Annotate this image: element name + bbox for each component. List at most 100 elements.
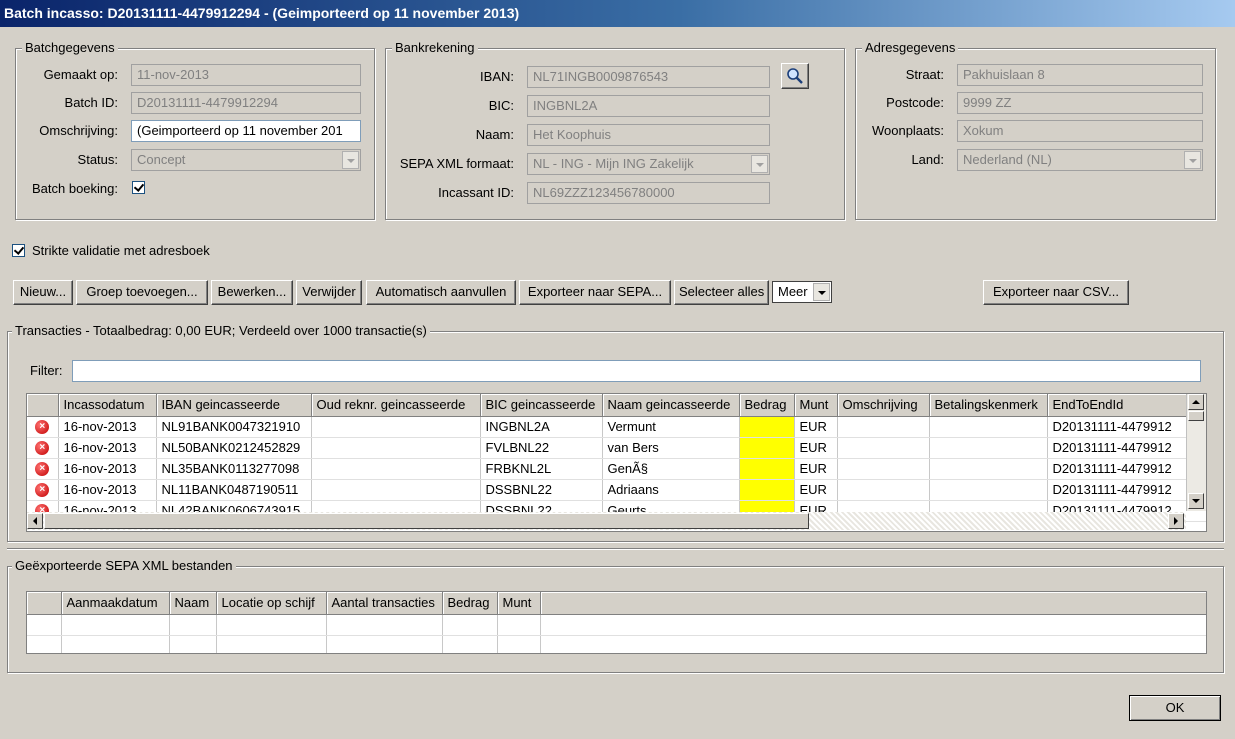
- column-header[interactable]: [27, 394, 59, 417]
- table-cell-currency[interactable]: EUR: [794, 458, 838, 480]
- table-cell-amount[interactable]: [739, 479, 795, 501]
- name-field[interactable]: Het Koophuis: [527, 124, 770, 146]
- delete-button[interactable]: Verwijder: [296, 280, 362, 305]
- exports-table[interactable]: Aanmaakdatum Naam Locatie op schijf Aantal …: [26, 591, 1207, 654]
- table-cell-name[interactable]: Adriaans: [602, 479, 740, 501]
- table-cell-iban[interactable]: NL50BANK0212452829: [156, 437, 312, 459]
- scroll-down-icon[interactable]: [1188, 493, 1204, 509]
- iban-search-button[interactable]: [781, 63, 809, 89]
- table-cell-amount[interactable]: [739, 458, 795, 480]
- table-cell-desc[interactable]: [837, 416, 930, 438]
- bic-field[interactable]: INGBNL2A: [527, 95, 770, 117]
- table-cell-bic[interactable]: DSSBNL22: [480, 479, 603, 501]
- table-cell-old[interactable]: [311, 458, 481, 480]
- table-cell-name[interactable]: GenÃ§: [602, 458, 740, 480]
- table-cell-old[interactable]: [311, 479, 481, 501]
- table-row[interactable]: × 16-nov-2013 NL91BANK0047321910 INGBNL2A Ve…: [27, 416, 1206, 438]
- select-all-button[interactable]: Selecteer alles: [674, 280, 769, 305]
- export-csv-button[interactable]: Exporteer naar CSV...: [983, 280, 1129, 305]
- table-cell-name[interactable]: van Bers: [602, 437, 740, 459]
- column-header[interactable]: Munt: [497, 592, 541, 615]
- table-cell-desc[interactable]: [837, 479, 930, 501]
- table-cell-ref[interactable]: [929, 458, 1048, 480]
- description-field[interactable]: (Geimporteerd op 11 november 201: [131, 120, 361, 142]
- autofill-button[interactable]: Automatisch aanvullen: [366, 280, 516, 305]
- creditor-id-field[interactable]: NL69ZZZ123456780000: [527, 182, 770, 204]
- column-header[interactable]: Omschrijving: [837, 394, 930, 417]
- ok-button[interactable]: OK: [1129, 695, 1221, 721]
- column-header[interactable]: Betalingskenmerk: [929, 394, 1048, 417]
- column-header[interactable]: EndToEndId: [1047, 394, 1206, 417]
- export-sepa-button[interactable]: Exporteer naar SEPA...: [519, 280, 671, 305]
- table-cell-bic[interactable]: FVLBNL22: [480, 437, 603, 459]
- table-cell-iban[interactable]: NL11BANK0487190511: [156, 479, 312, 501]
- column-header[interactable]: BIC geincasseerde: [480, 394, 603, 417]
- table-cell-date[interactable]: 16-nov-2013: [58, 416, 157, 438]
- column-header[interactable]: Bedrag: [739, 394, 795, 417]
- status-dropdown[interactable]: Concept: [131, 149, 361, 171]
- column-header[interactable]: Locatie op schijf: [216, 592, 327, 615]
- table-cell-ref[interactable]: [929, 479, 1048, 501]
- table-cell-amount[interactable]: [739, 416, 795, 438]
- created-field[interactable]: 11-nov-2013: [131, 64, 361, 86]
- table-cell-iban[interactable]: NL91BANK0047321910: [156, 416, 312, 438]
- table-cell-old[interactable]: [311, 416, 481, 438]
- column-header[interactable]: Incassodatum: [58, 394, 157, 417]
- table-cell-date[interactable]: 16-nov-2013: [58, 479, 157, 501]
- column-header[interactable]: Naam geincasseerde: [602, 394, 740, 417]
- table-cell-ref[interactable]: [929, 416, 1048, 438]
- table-row[interactable]: × 16-nov-2013 NL11BANK0487190511 DSSBNL22 Ad…: [27, 479, 1206, 501]
- table-cell-currency[interactable]: EUR: [794, 437, 838, 459]
- column-header[interactable]: Munt: [794, 394, 838, 417]
- chevron-down-icon[interactable]: [813, 283, 830, 301]
- table-cell-currency[interactable]: EUR: [794, 479, 838, 501]
- table-cell-name[interactable]: Vermunt: [602, 416, 740, 438]
- table-cell-date[interactable]: 16-nov-2013: [58, 458, 157, 480]
- column-header[interactable]: Aantal transacties: [326, 592, 443, 615]
- horizontal-scroll-thumb[interactable]: [44, 513, 809, 529]
- table-cell-e2e[interactable]: D20131111-4479912: [1047, 437, 1206, 459]
- street-field[interactable]: Pakhuislaan 8: [957, 64, 1203, 86]
- column-header[interactable]: [27, 592, 62, 615]
- filter-input[interactable]: [72, 360, 1201, 382]
- chevron-down-icon[interactable]: [751, 155, 768, 173]
- table-cell-desc[interactable]: [837, 437, 930, 459]
- transactions-vertical-scrollbar[interactable]: [1186, 394, 1206, 511]
- batch-booking-checkbox[interactable]: [132, 181, 145, 194]
- column-header[interactable]: Naam: [169, 592, 217, 615]
- table-cell-old[interactable]: [311, 437, 481, 459]
- scroll-right-icon[interactable]: [1168, 513, 1184, 529]
- pane-splitter[interactable]: [7, 548, 1224, 550]
- new-button[interactable]: Nieuw...: [13, 280, 73, 305]
- table-cell-iban[interactable]: NL35BANK0113277098: [156, 458, 312, 480]
- table-row[interactable]: × 16-nov-2013 NL35BANK0113277098 FRBKNL2L Ge…: [27, 458, 1206, 480]
- table-cell-e2e[interactable]: D20131111-4479912: [1047, 479, 1206, 501]
- strict-validation-label[interactable]: Strikte validatie met adresboek: [32, 243, 210, 259]
- city-field[interactable]: Xokum: [957, 120, 1203, 142]
- add-group-button[interactable]: Groep toevoegen...: [76, 280, 208, 305]
- column-header[interactable]: IBAN geincasseerde: [156, 394, 312, 417]
- transactions-horizontal-scrollbar[interactable]: [27, 512, 1186, 530]
- table-cell-e2e[interactable]: D20131111-4479912: [1047, 458, 1206, 480]
- table-cell-currency[interactable]: EUR: [794, 416, 838, 438]
- postcode-field[interactable]: 9999 ZZ: [957, 92, 1203, 114]
- table-row[interactable]: × 16-nov-2013 NL50BANK0212452829 FVLBNL22 va…: [27, 437, 1206, 459]
- chevron-down-icon[interactable]: [342, 151, 359, 169]
- iban-field[interactable]: NL71INGB0009876543: [527, 66, 770, 88]
- chevron-down-icon[interactable]: [1184, 151, 1201, 169]
- scroll-left-icon[interactable]: [27, 513, 43, 529]
- batch-id-field[interactable]: D20131111-4479912294: [131, 92, 361, 114]
- more-dropdown[interactable]: Meer: [772, 281, 832, 303]
- sepa-format-dropdown[interactable]: NL - ING - Mijn ING Zakelijk: [527, 153, 770, 175]
- table-cell-amount[interactable]: [739, 437, 795, 459]
- table-cell-bic[interactable]: FRBKNL2L: [480, 458, 603, 480]
- column-header[interactable]: [540, 592, 1206, 615]
- country-dropdown[interactable]: Nederland (NL): [957, 149, 1203, 171]
- table-cell-e2e[interactable]: D20131111-4479912: [1047, 416, 1206, 438]
- strict-validation-checkbox[interactable]: [12, 244, 25, 257]
- table-cell-date[interactable]: 16-nov-2013: [58, 437, 157, 459]
- scroll-up-icon[interactable]: [1188, 394, 1204, 410]
- column-header[interactable]: Bedrag: [442, 592, 498, 615]
- table-cell-bic[interactable]: INGBNL2A: [480, 416, 603, 438]
- scroll-thumb[interactable]: [1188, 411, 1204, 421]
